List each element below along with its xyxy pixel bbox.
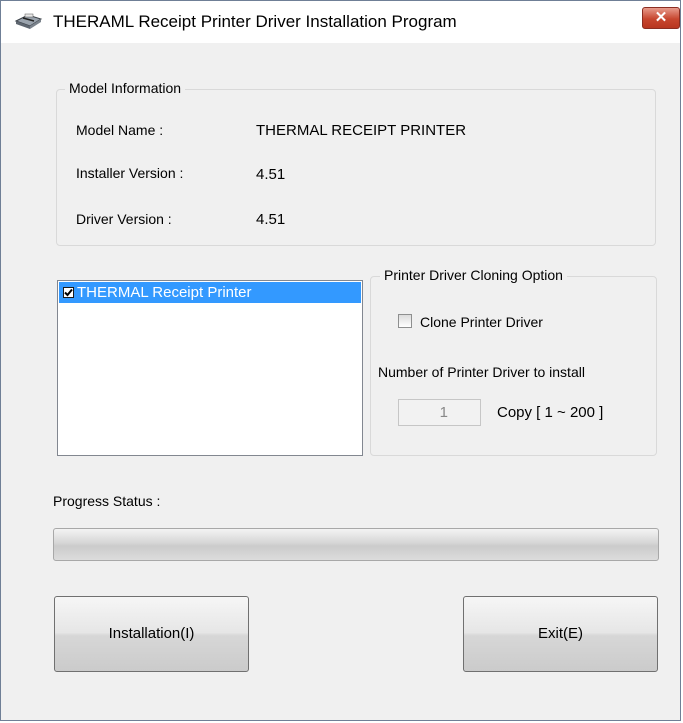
driver-version-label: Driver Version : bbox=[76, 211, 172, 227]
list-item[interactable]: THERMAL Receipt Printer bbox=[59, 282, 361, 303]
progress-bar bbox=[53, 528, 659, 561]
window-title: THERAML Receipt Printer Driver Installat… bbox=[53, 12, 457, 31]
exit-button-label: Exit(E) bbox=[538, 625, 583, 642]
installer-window: THERAML Receipt Printer Driver Installat… bbox=[0, 0, 681, 721]
exit-button[interactable]: Exit(E) bbox=[463, 596, 658, 672]
close-icon: ✕ bbox=[654, 9, 668, 26]
model-name-label: Model Name : bbox=[76, 122, 164, 138]
close-button[interactable]: ✕ bbox=[642, 7, 680, 29]
checkmark-icon bbox=[64, 288, 73, 297]
cloning-option-legend: Printer Driver Cloning Option bbox=[380, 267, 567, 283]
model-name-value: THERMAL RECEIPT PRINTER bbox=[256, 122, 467, 139]
list-item-checkbox[interactable] bbox=[63, 287, 74, 298]
clone-driver-label[interactable]: Clone Printer Driver bbox=[420, 314, 543, 330]
installation-button-label: Installation(I) bbox=[108, 625, 195, 642]
copies-input[interactable]: 1 bbox=[398, 399, 481, 426]
clone-driver-checkbox[interactable] bbox=[398, 314, 412, 328]
copies-value: 1 bbox=[439, 404, 448, 421]
number-of-drivers-label: Number of Printer Driver to install bbox=[378, 364, 585, 380]
copies-range-label: Copy [ 1 ~ 200 ] bbox=[497, 404, 604, 421]
driver-version-value: 4.51 bbox=[256, 211, 286, 228]
printer-listbox[interactable]: THERMAL Receipt Printer bbox=[57, 280, 363, 456]
printer-icon bbox=[14, 12, 44, 30]
model-information-legend: Model Information bbox=[65, 80, 186, 96]
list-item-label: THERMAL Receipt Printer bbox=[77, 284, 252, 301]
installer-version-value: 4.51 bbox=[256, 166, 286, 183]
installation-button[interactable]: Installation(I) bbox=[54, 596, 249, 672]
title-bar[interactable]: THERAML Receipt Printer Driver Installat… bbox=[1, 1, 680, 43]
progress-status-label: Progress Status : bbox=[53, 493, 161, 509]
installer-version-label: Installer Version : bbox=[76, 165, 184, 181]
